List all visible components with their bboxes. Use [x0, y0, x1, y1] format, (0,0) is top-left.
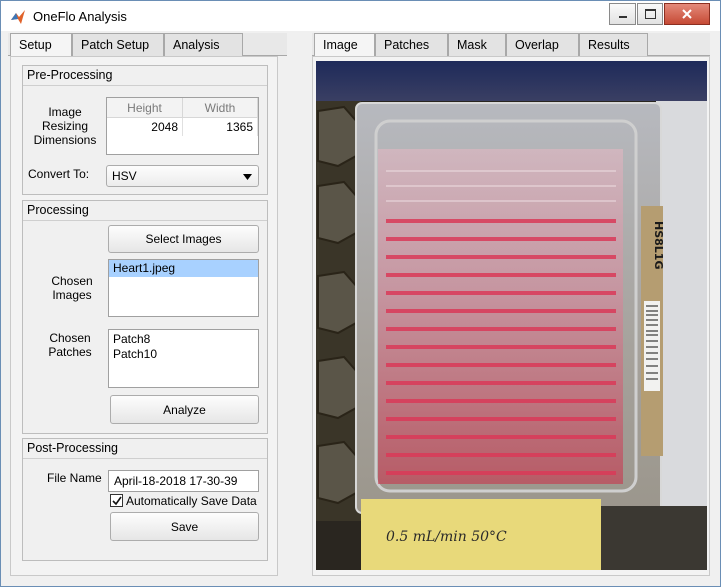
maximize-icon — [644, 9, 656, 19]
chosen-patches-list[interactable]: Patch8 Patch10 — [108, 329, 259, 388]
minimize-icon — [618, 16, 627, 18]
list-item[interactable]: Patch8 — [109, 332, 258, 347]
tab-setup[interactable]: Setup — [10, 33, 72, 57]
column-header-height[interactable]: Height — [107, 98, 183, 118]
convert-to-dropdown[interactable]: HSV — [106, 165, 259, 187]
save-button[interactable]: Save — [110, 512, 259, 541]
tab-analysis[interactable]: Analysis — [164, 33, 243, 56]
checkmark-icon — [112, 496, 122, 506]
tab-results[interactable]: Results — [579, 33, 648, 56]
height-cell[interactable]: 2048 — [107, 118, 183, 136]
resize-dimensions-label: Image Resizing Dimensions — [33, 105, 97, 147]
convert-to-value: HSV — [112, 169, 137, 183]
width-cell[interactable]: 1365 — [183, 118, 258, 136]
minimize-button[interactable] — [609, 3, 636, 25]
convert-to-label: Convert To: — [28, 167, 90, 181]
app-window: OneFlo Analysis Setup Patch Setup Analys… — [0, 0, 721, 587]
select-images-button[interactable]: Select Images — [108, 225, 259, 253]
microfluidic-chip-photo: HS8L1G 0.5 mL/min 50°C — [316, 61, 707, 570]
handwritten-note: 0.5 mL/min 50°C — [386, 529, 507, 545]
tab-image[interactable]: Image — [314, 33, 375, 57]
matlab-logo-icon — [11, 10, 25, 24]
chip-photo-drawing: HS8L1G 0.5 mL/min 50°C — [316, 61, 707, 570]
chevron-down-icon — [243, 174, 252, 180]
analyze-button[interactable]: Analyze — [110, 395, 259, 424]
list-item[interactable]: Heart1.jpeg — [109, 260, 258, 277]
autosave-label[interactable]: Automatically Save Data — [126, 494, 257, 508]
autosave-checkbox[interactable] — [110, 494, 123, 507]
close-icon — [682, 9, 692, 19]
panel-title: Processing — [23, 201, 267, 221]
chosen-images-label: Chosen Images — [51, 274, 93, 302]
title-bar[interactable]: OneFlo Analysis — [1, 1, 720, 31]
window-title: OneFlo Analysis — [33, 9, 127, 24]
panel-title: Post-Processing — [23, 439, 267, 459]
file-name-label: File Name — [47, 471, 102, 485]
panel-title: Pre-Processing — [23, 66, 267, 86]
chosen-patches-label: Chosen Patches — [48, 331, 92, 359]
tab-mask[interactable]: Mask — [448, 33, 506, 56]
list-item[interactable]: Patch10 — [109, 347, 258, 362]
chosen-images-list[interactable]: Heart1.jpeg — [108, 259, 259, 317]
tab-patch-setup[interactable]: Patch Setup — [72, 33, 164, 56]
tab-overlap[interactable]: Overlap — [506, 33, 579, 56]
column-header-width[interactable]: Width — [183, 98, 258, 118]
close-button[interactable] — [664, 3, 710, 25]
maximize-button[interactable] — [637, 3, 663, 25]
file-name-input[interactable]: April-18-2018 17-30-39 — [108, 470, 259, 492]
chip-label-text: HS8L1G — [652, 221, 665, 269]
resize-dimensions-table[interactable]: Height Width 2048 1365 — [106, 97, 259, 155]
tab-patches[interactable]: Patches — [375, 33, 448, 56]
